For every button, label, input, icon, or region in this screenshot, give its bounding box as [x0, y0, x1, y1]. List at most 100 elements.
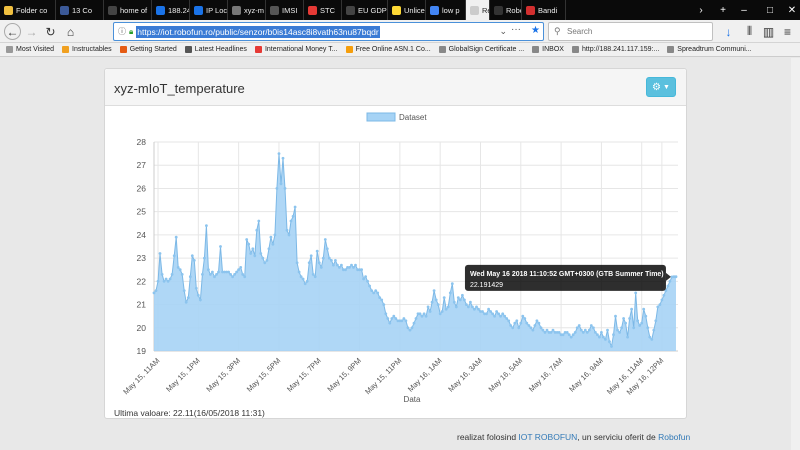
browser-tab[interactable]: 188.24 — [152, 0, 190, 20]
data-point — [267, 247, 271, 251]
bookmark-favicon-icon — [254, 46, 262, 53]
data-point — [587, 328, 591, 332]
data-point — [319, 266, 323, 269]
data-point — [658, 303, 662, 306]
url-text[interactable]: https://iot.robofun.ro/public/senzor/b0i… — [136, 25, 380, 38]
lock-icon[interactable]: 🔒︎ — [129, 27, 133, 37]
data-point — [376, 291, 380, 295]
tab-favicon-icon — [108, 5, 117, 15]
bookmark-star-icon[interactable]: ★ — [531, 25, 540, 36]
data-point — [188, 275, 192, 279]
legend-label: Dataset — [399, 113, 427, 122]
data-point — [481, 310, 484, 313]
browser-tab[interactable]: 13 Co — [56, 0, 104, 20]
data-point — [156, 279, 160, 283]
data-point — [313, 275, 317, 279]
browser-tab[interactable]: Unlice — [388, 0, 426, 20]
data-point — [227, 270, 230, 274]
settings-dropdown-button[interactable]: ⚙ ▼ — [646, 77, 676, 97]
data-point — [461, 293, 464, 297]
browser-tab[interactable]: xyz-m — [228, 0, 266, 20]
data-point — [199, 298, 202, 302]
data-point — [444, 307, 448, 311]
data-point — [499, 314, 502, 318]
data-point — [301, 277, 305, 281]
data-point — [364, 275, 367, 279]
y-tick-label: 27 — [137, 160, 147, 170]
browser-tab[interactable]: Robo — [490, 0, 522, 20]
data-point — [666, 284, 670, 288]
minimize-icon[interactable]: – — [730, 0, 758, 20]
gear-icon: ⚙ — [652, 81, 662, 93]
data-point — [583, 328, 587, 332]
data-point — [332, 263, 335, 267]
browser-tab[interactable]: Re — [466, 0, 490, 20]
bookmark-item[interactable]: GlobalSign Certificate ... — [438, 46, 524, 53]
back-icon[interactable]: ← — [4, 23, 21, 40]
bookmark-item[interactable]: International Money T... — [254, 46, 338, 53]
data-point — [501, 312, 505, 316]
data-point — [315, 249, 319, 253]
bookmark-item[interactable]: Most Visited — [6, 46, 54, 53]
tab-favicon-icon — [494, 5, 503, 15]
data-point — [418, 312, 422, 316]
data-point — [217, 270, 220, 274]
iot-robofun-link[interactable]: IOT ROBOFUN — [518, 432, 577, 442]
data-point — [168, 277, 172, 281]
sidebar-icon[interactable]: ▥ — [760, 23, 777, 40]
data-point — [579, 328, 583, 332]
data-point — [515, 319, 519, 323]
browser-tab[interactable]: EU GDPR — [342, 0, 388, 20]
data-point — [573, 331, 577, 334]
data-point — [448, 291, 452, 295]
forward-icon[interactable]: → — [23, 23, 40, 40]
data-point — [612, 333, 615, 337]
data-point — [255, 228, 259, 232]
info-icon[interactable]: ⓘ — [118, 26, 126, 37]
data-point — [594, 331, 597, 334]
page-actions-icon[interactable]: ··· — [511, 24, 521, 35]
data-point — [523, 317, 527, 320]
data-point — [287, 233, 291, 237]
data-point — [608, 340, 611, 344]
dropdown-icon[interactable]: ⌄ — [499, 26, 507, 37]
address-bar[interactable]: ⓘ 🔒︎ https://iot.robofun.ro/public/senzo… — [113, 22, 544, 41]
data-point — [495, 310, 498, 313]
robofun-link[interactable]: Robofun — [658, 432, 690, 442]
data-point — [626, 335, 629, 339]
data-point — [283, 187, 287, 190]
page-scrollbar[interactable] — [791, 58, 800, 450]
download-icon[interactable]: ↓ — [720, 23, 737, 40]
browser-tab[interactable]: low p — [426, 0, 466, 20]
home-icon[interactable]: ⌂ — [62, 23, 79, 40]
temperature-chart: 19202122232425262728May 15, 11AM May 15, … — [121, 112, 678, 404]
search-input[interactable]: ⚲ Search — [548, 22, 713, 41]
browser-tab[interactable]: IP Loc — [190, 0, 228, 20]
data-point — [295, 261, 299, 265]
tab-label: Re — [482, 5, 489, 15]
browser-tab[interactable]: Bandi — [522, 0, 566, 20]
browser-tab[interactable]: STC — [304, 0, 342, 20]
data-point — [265, 259, 269, 262]
data-point — [285, 228, 289, 232]
reload-icon[interactable]: ↻ — [42, 23, 59, 40]
data-point — [380, 298, 384, 302]
bookmark-item[interactable]: Getting Started — [119, 46, 177, 53]
bookmark-item[interactable]: http://188.241.117.159:... — [571, 46, 659, 53]
bookmark-label: Instructables — [72, 46, 112, 53]
bookmark-item[interactable]: Latest Headlines — [184, 46, 247, 53]
bookmark-item[interactable]: Spreadtrum Communi... — [667, 46, 752, 53]
browser-tab[interactable]: Folder co — [0, 0, 56, 20]
data-point — [368, 284, 371, 288]
bookmark-item[interactable]: Free Online ASN.1 Co... — [345, 46, 431, 53]
close-window-icon[interactable]: ✕ — [778, 0, 800, 20]
data-point — [622, 317, 625, 320]
bookmark-favicon-icon — [184, 46, 192, 53]
bookmark-item[interactable]: Instructables — [62, 46, 112, 53]
library-icon[interactable]: ⫴ — [741, 23, 758, 40]
bookmark-item[interactable]: INBOX — [532, 46, 564, 53]
menu-icon[interactable]: ≡ — [779, 23, 796, 40]
browser-tab[interactable]: home of — [104, 0, 152, 20]
data-point — [249, 252, 253, 255]
browser-tab[interactable]: IMSI — [266, 0, 304, 20]
